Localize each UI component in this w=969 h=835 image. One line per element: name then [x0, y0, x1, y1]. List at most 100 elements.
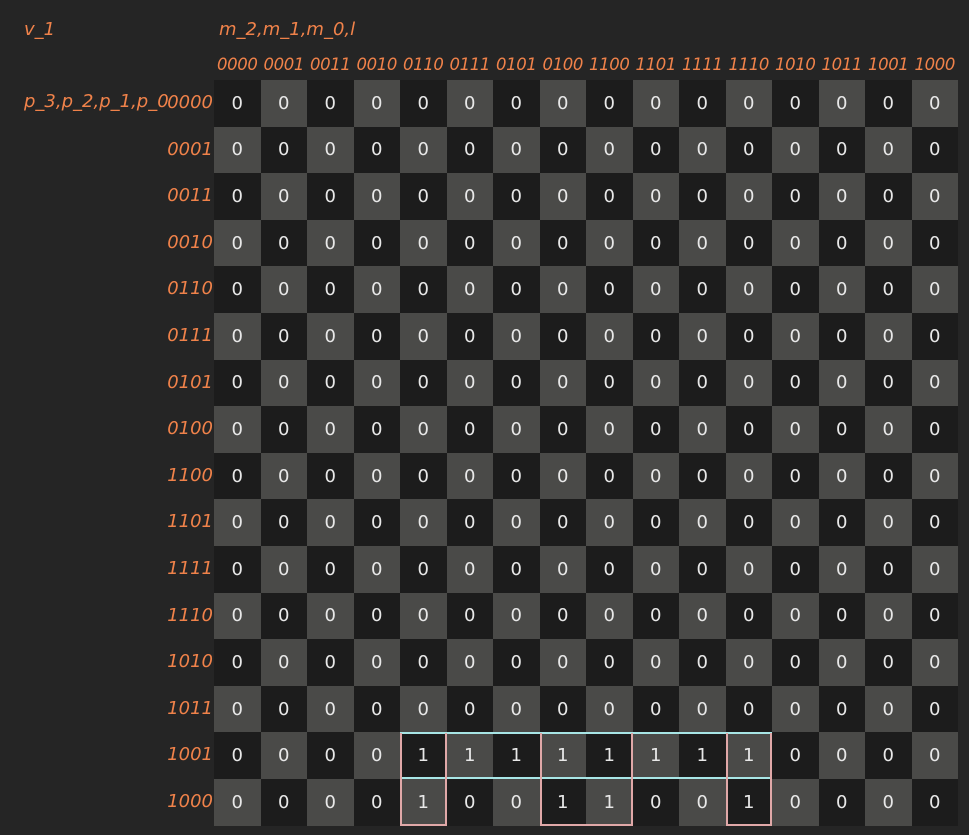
- column-header: 0111: [449, 55, 491, 74]
- map-cell: 0: [307, 546, 354, 593]
- map-cell: 0: [772, 359, 819, 407]
- map-cell: 0: [679, 592, 726, 640]
- map-cell: 0: [307, 592, 354, 640]
- map-cell: 1: [725, 779, 772, 826]
- map-cell: 0: [865, 266, 912, 313]
- map-cell: 0: [446, 592, 493, 640]
- map-cell: 0: [911, 685, 958, 733]
- map-cell: 0: [260, 406, 307, 453]
- map-cell: 0: [865, 592, 912, 640]
- map-cell: 0: [865, 639, 912, 686]
- map-cell: 0: [260, 173, 307, 220]
- column-header: 0001: [263, 55, 305, 74]
- map-cell: 0: [818, 266, 865, 313]
- map-cell: 0: [493, 685, 540, 733]
- map-cell: 0: [679, 546, 726, 593]
- map-cell: 0: [911, 499, 958, 546]
- map-cell: 0: [539, 685, 586, 733]
- map-cell: 0: [586, 126, 633, 174]
- map-cell: 0: [400, 219, 447, 267]
- map-cell: 0: [586, 546, 633, 593]
- map-cell: 0: [725, 546, 772, 593]
- column-header: 1010: [775, 55, 816, 74]
- map-cell: 0: [679, 313, 726, 360]
- map-cell: 0: [772, 546, 819, 593]
- map-cell: 0: [353, 685, 400, 733]
- map-cell: 0: [632, 219, 679, 267]
- map-cell: 0: [772, 313, 819, 360]
- map-cell: 0: [446, 685, 493, 733]
- column-header: 0000: [217, 55, 258, 74]
- map-cell: 0: [353, 219, 400, 267]
- map-cell: 0: [260, 452, 307, 500]
- map-cell: 0: [772, 126, 819, 174]
- map-cell: 0: [307, 359, 354, 407]
- map-cell: 0: [586, 592, 633, 640]
- map-cell: 0: [911, 219, 958, 267]
- map-cell: 0: [865, 173, 912, 220]
- map-cell: 0: [400, 685, 447, 733]
- map-cell: 0: [493, 779, 540, 826]
- map-cell: 0: [911, 266, 958, 313]
- map-cell: 0: [539, 452, 586, 500]
- map-cell: 0: [493, 173, 540, 220]
- row-header: 1010: [167, 651, 213, 673]
- map-cell: 0: [353, 779, 400, 826]
- map-cell: 0: [493, 639, 540, 686]
- map-cell: 0: [539, 266, 586, 313]
- map-cell: 0: [865, 406, 912, 453]
- map-cell: 0: [725, 359, 772, 407]
- map-cell: 0: [725, 639, 772, 686]
- row-header: 0101: [167, 371, 213, 393]
- map-cell: 0: [818, 219, 865, 267]
- map-cell: 0: [725, 80, 772, 127]
- column-header: 0110: [403, 55, 444, 74]
- map-cell: 0: [818, 732, 865, 779]
- map-cell: 0: [679, 779, 726, 826]
- map-cell: 0: [493, 313, 540, 360]
- map-cell: 0: [214, 732, 261, 779]
- map-cell: 0: [818, 173, 865, 220]
- map-cell: 0: [493, 359, 540, 407]
- map-cell: 0: [307, 685, 354, 733]
- map-cell: 0: [772, 779, 819, 826]
- map-cell: 0: [353, 173, 400, 220]
- row-header: 1000: [167, 791, 213, 812]
- column-header: 1001: [868, 55, 909, 74]
- map-cell: 0: [493, 592, 540, 640]
- map-cell: 0: [307, 406, 354, 453]
- map-cell: 0: [539, 219, 586, 267]
- map-cell: 0: [772, 732, 819, 779]
- map-cell: 0: [818, 592, 865, 640]
- map-cell: 0: [400, 452, 447, 500]
- map-cell: 0: [818, 80, 865, 127]
- map-cell: 0: [400, 592, 447, 640]
- row-header: 0011: [167, 185, 213, 207]
- map-cell: 0: [911, 126, 958, 174]
- row-header: 1110: [167, 604, 213, 626]
- map-cell: 0: [911, 732, 958, 779]
- map-cell: 0: [586, 406, 633, 453]
- map-cell: 0: [307, 173, 354, 220]
- map-cell: 0: [307, 80, 354, 127]
- map-cell: 0: [632, 779, 679, 826]
- map-cell: 0: [446, 639, 493, 686]
- map-cell: 0: [586, 219, 633, 267]
- map-cell: 0: [632, 313, 679, 360]
- map-cell: 0: [818, 779, 865, 826]
- map-cell: 0: [865, 80, 912, 127]
- map-cell: 1: [632, 732, 679, 779]
- map-cell: 0: [353, 406, 400, 453]
- map-cell: 0: [725, 592, 772, 640]
- map-cell: 0: [260, 359, 307, 407]
- map-cell: 0: [911, 592, 958, 640]
- map-cell: 0: [214, 313, 261, 360]
- map-cell: 0: [400, 499, 447, 546]
- map-cell: 0: [353, 499, 400, 546]
- map-cell: 0: [539, 80, 586, 127]
- map-cell: 0: [353, 266, 400, 313]
- map-cell: 0: [539, 406, 586, 453]
- map-cell: 0: [679, 219, 726, 267]
- map-cell: 0: [725, 266, 772, 313]
- map-cell: 0: [353, 313, 400, 360]
